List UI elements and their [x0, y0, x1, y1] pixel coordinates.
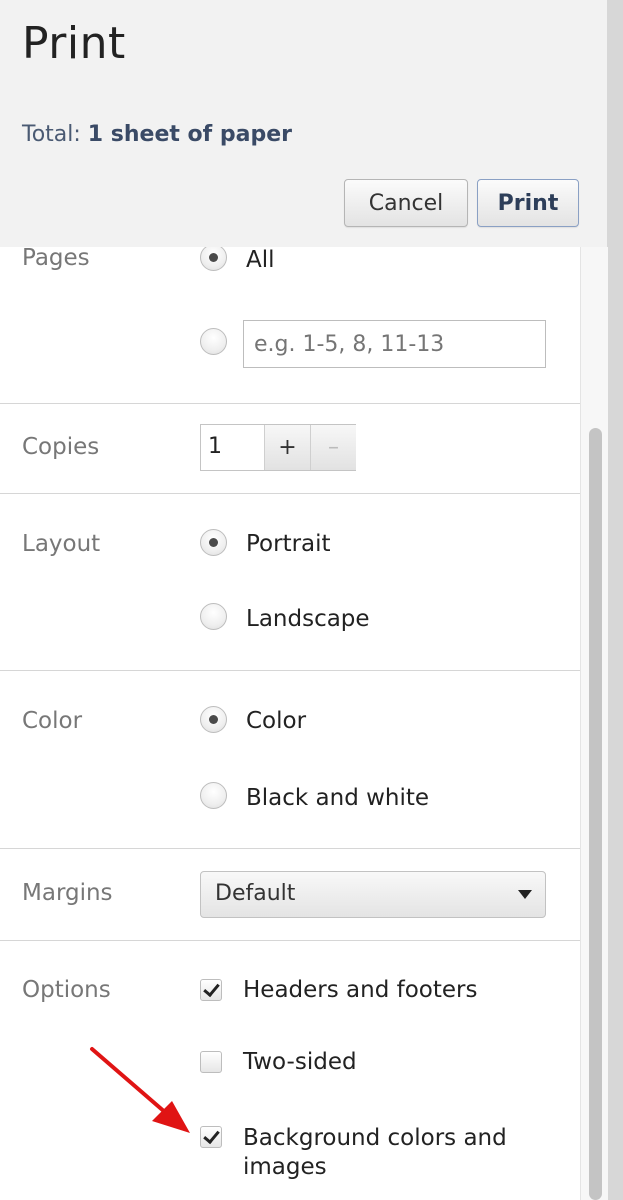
divider: [0, 493, 580, 494]
divider: [0, 670, 580, 671]
two-sided-label[interactable]: Two-sided: [243, 1049, 357, 1075]
layout-landscape-radio[interactable]: [200, 603, 227, 630]
chevron-down-icon[interactable]: [518, 890, 532, 899]
print-header: Print Total: 1 sheet of paper Cancel Pri…: [0, 0, 607, 247]
margins-select-value[interactable]: Default: [215, 881, 295, 906]
preview-pane-edge: [607, 0, 623, 1200]
layout-portrait-radio[interactable]: [200, 529, 227, 556]
divider: [0, 940, 580, 941]
pages-label: Pages: [22, 245, 90, 271]
copies-increment-button[interactable]: +: [264, 425, 310, 470]
two-sided-checkbox[interactable]: [200, 1051, 222, 1073]
print-button[interactable]: Print: [477, 179, 579, 227]
divider: [0, 403, 580, 404]
layout-label: Layout: [22, 531, 101, 557]
color-bw-radio[interactable]: [200, 782, 227, 809]
copies-label: Copies: [22, 434, 100, 460]
options-label: Options: [22, 977, 111, 1003]
background-graphics-label[interactable]: Background colors and images: [243, 1124, 543, 1182]
total-value: 1 sheet of paper: [87, 122, 292, 147]
pages-all-radio[interactable]: [200, 244, 227, 271]
headers-footers-label[interactable]: Headers and footers: [243, 977, 477, 1003]
scrollbar-thumb[interactable]: [589, 428, 602, 1200]
color-color-label[interactable]: Color: [246, 708, 306, 734]
total-label: Total:: [22, 122, 81, 147]
layout-portrait-label[interactable]: Portrait: [246, 531, 331, 557]
pages-range-radio[interactable]: [200, 328, 227, 355]
color-label: Color: [22, 708, 83, 734]
headers-footers-checkbox[interactable]: [200, 979, 222, 1001]
pages-range-input[interactable]: [243, 320, 546, 368]
cancel-button[interactable]: Cancel: [344, 179, 468, 227]
background-graphics-checkbox[interactable]: [200, 1126, 222, 1148]
layout-landscape-label[interactable]: Landscape: [246, 606, 370, 632]
color-color-radio[interactable]: [200, 706, 227, 733]
copies-decrement-button[interactable]: –: [310, 425, 356, 470]
page-title: Print: [22, 18, 126, 69]
color-bw-label[interactable]: Black and white: [246, 785, 429, 811]
divider: [0, 848, 580, 849]
margins-label: Margins: [22, 880, 113, 906]
pages-all-label[interactable]: All: [246, 247, 275, 273]
copies-input[interactable]: 1: [208, 434, 222, 459]
print-summary: Total: 1 sheet of paper: [22, 122, 292, 147]
red-arrow-annotation-icon: [90, 1047, 190, 1133]
